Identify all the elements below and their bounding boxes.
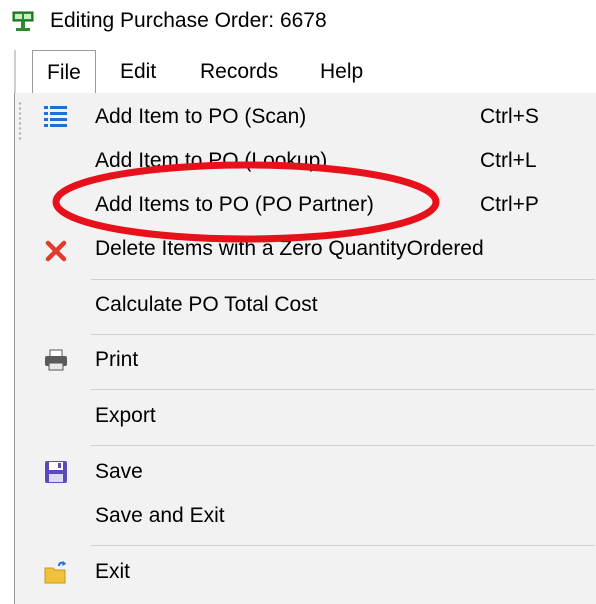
menu-item-label: Exit bbox=[95, 560, 131, 583]
menu-separator bbox=[91, 389, 595, 390]
menu-help[interactable]: Help bbox=[306, 50, 377, 94]
menu-item-save-and-exit[interactable]: Save and Exit bbox=[15, 494, 596, 538]
menu-file[interactable]: File bbox=[32, 50, 96, 94]
menu-item-add-item-lookup[interactable]: Add Item to PO (Lookup) Ctrl+L bbox=[15, 139, 596, 183]
cash-register-icon bbox=[12, 11, 34, 31]
menu-separator bbox=[91, 445, 595, 446]
menu-item-calculate-total-cost[interactable]: Calculate PO Total Cost bbox=[15, 283, 596, 327]
menu-item-label: Print bbox=[95, 348, 139, 371]
floppy-disk-icon bbox=[45, 461, 67, 483]
menu-item-shortcut: Ctrl+S bbox=[480, 105, 539, 128]
folder-exit-icon bbox=[44, 561, 66, 584]
menu-item-export[interactable]: Export bbox=[15, 394, 596, 438]
menu-item-label: Calculate PO Total Cost bbox=[95, 293, 318, 316]
menu-item-add-item-scan[interactable]: Add Item to PO (Scan) Ctrl+S bbox=[15, 95, 596, 139]
menu-item-save[interactable]: Save bbox=[15, 450, 596, 494]
menu-records[interactable]: Records bbox=[186, 50, 292, 94]
menu-bar: File Edit Records Help bbox=[14, 50, 596, 94]
title-bar: Editing Purchase Order: 6678 bbox=[0, 0, 596, 48]
menu-item-exit[interactable]: Exit bbox=[15, 550, 596, 594]
menu-item-label: Save and Exit bbox=[95, 504, 225, 527]
menu-item-label: Add Items to PO (PO Partner) bbox=[95, 193, 374, 216]
list-icon bbox=[44, 106, 67, 127]
menu-item-shortcut: Ctrl+L bbox=[480, 149, 537, 172]
menu-item-print[interactable]: Print bbox=[15, 338, 596, 382]
menu-item-label: Export bbox=[95, 404, 156, 427]
file-menu-dropdown: Add Item to PO (Scan) Ctrl+S Add Item to… bbox=[14, 93, 596, 604]
menu-separator bbox=[91, 334, 595, 335]
window-title: Editing Purchase Order: 6678 bbox=[50, 9, 327, 32]
menu-item-delete-zero-quantity[interactable]: Delete Items with a Zero QuantityOrdered bbox=[15, 227, 596, 271]
red-x-icon bbox=[45, 240, 67, 262]
menu-separator bbox=[91, 545, 595, 546]
menu-item-shortcut: Ctrl+P bbox=[480, 193, 539, 216]
menu-item-label: Save bbox=[95, 460, 143, 483]
menu-item-add-items-po-partner[interactable]: Add Items to PO (PO Partner) Ctrl+P bbox=[15, 183, 596, 227]
menu-item-label: Add Item to PO (Scan) bbox=[95, 105, 307, 128]
printer-icon bbox=[45, 349, 67, 371]
menu-separator bbox=[91, 279, 595, 280]
menu-item-label: Delete Items with a Zero QuantityOrdered bbox=[95, 237, 484, 260]
menu-edit[interactable]: Edit bbox=[106, 50, 170, 94]
menu-item-label: Add Item to PO (Lookup) bbox=[95, 149, 328, 172]
